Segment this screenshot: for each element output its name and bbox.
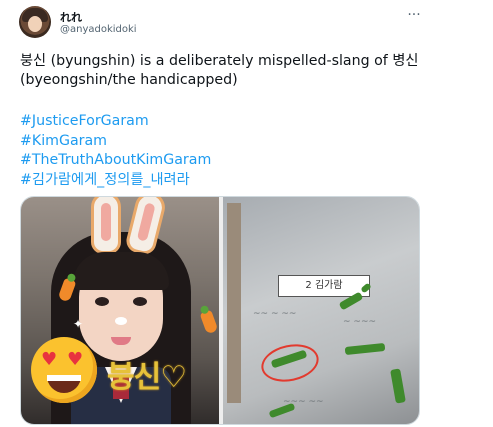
avatar[interactable] [19, 6, 51, 38]
photo-desk[interactable]: 2 김가람 ~~ ~ ~~ ~ ~~~ ~~~ ~~ [223, 197, 419, 424]
carrot-sticker-icon [199, 309, 219, 335]
bunny-nose-icon [115, 317, 127, 325]
photo-bangs [73, 252, 169, 290]
photo-eye [133, 297, 147, 306]
tweet-text: 붕신 (byungshin) is a deliberately mispell… [20, 53, 419, 88]
hashtag-link[interactable]: #JusticeForGaram [20, 112, 211, 132]
media-grid: ✦ ♥ ♥ 붕신♡ 2 김가람 ~~ ~ ~~ ~ ~~~ ~~~ ~~ [20, 196, 420, 425]
author-display-name[interactable]: れれ [60, 9, 82, 25]
sparkle-icon: ✦ [73, 317, 84, 331]
more-options-icon[interactable]: ··· [404, 6, 424, 24]
heart-eyes-emoji-icon: ♥ ♥ [31, 337, 97, 403]
green-mark [344, 342, 386, 356]
green-mark [390, 368, 406, 404]
hashtag-link[interactable]: #TheTruthAboutKimGaram [20, 151, 211, 171]
author-handle[interactable]: @anyadokidoki [60, 24, 137, 35]
desk-scribble: ~~ ~ ~~ [253, 309, 297, 319]
photo-eye [95, 297, 109, 306]
desk-rail [227, 203, 241, 403]
hashtag-list: #JusticeForGaram #KimGaram #TheTruthAbou… [20, 112, 211, 190]
avatar-face [28, 16, 42, 32]
tweet[interactable]: れれ @anyadokidoki ··· 붕신 (byungshin) is a… [0, 0, 493, 427]
hashtag-link[interactable]: #KimGaram [20, 132, 211, 152]
photo-selfie[interactable]: ✦ ♥ ♥ 붕신♡ [21, 197, 219, 424]
hashtag-link[interactable]: #김가람에게_정의를_내려라 [20, 171, 211, 191]
desk-scribble: ~ ~~~ [343, 317, 377, 327]
red-circle-annotation [257, 339, 323, 387]
overlay-scribble: 붕신♡ [107, 360, 187, 395]
bunny-ear-left-icon [91, 197, 121, 254]
green-mark [268, 402, 296, 419]
